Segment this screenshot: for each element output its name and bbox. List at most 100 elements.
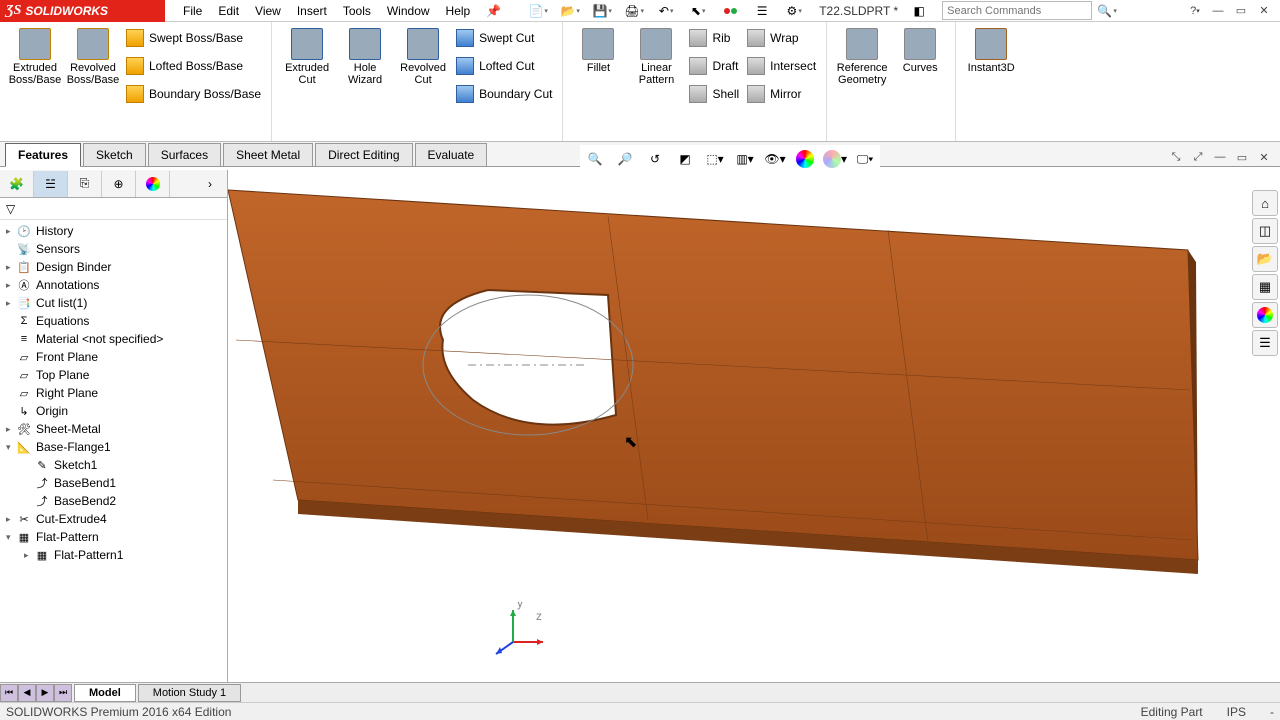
tree-front-plane[interactable]: ▱Front Plane [2,348,225,366]
linear-pattern-button[interactable]: Linear Pattern [627,26,685,106]
help-button[interactable]: ?▾ [1185,2,1205,20]
property-manager-tab[interactable]: ☱ [34,171,68,197]
mirror-button[interactable]: Mirror [743,82,820,106]
fillet-button[interactable]: Fillet [569,26,627,106]
tree-base-flange[interactable]: ▾📐Base-Flange1 [2,438,225,456]
tab-motion-study[interactable]: Motion Study 1 [138,684,241,702]
tree-top-plane[interactable]: ▱Top Plane [2,366,225,384]
tree-history[interactable]: ▸🕑History [2,222,225,240]
resources-tab[interactable]: ⌂ [1252,190,1278,216]
file-explorer-tab[interactable]: 📂 [1252,246,1278,272]
draft-button[interactable]: Draft [685,54,743,78]
instant3d-button[interactable]: Instant3D [962,26,1020,76]
appearances-tab[interactable] [1252,302,1278,328]
print-button[interactable]: 🖨▾ [619,1,649,21]
menu-help[interactable]: Help [438,1,479,21]
tab-model[interactable]: Model [74,684,136,702]
menu-window[interactable]: Window [379,1,438,21]
tree-basebend1[interactable]: ⤴BaseBend1 [2,474,225,492]
tab-first-button[interactable]: ⏮ [0,684,18,702]
revolved-cut-button[interactable]: Revolved Cut [394,26,452,106]
tree-flat-pattern[interactable]: ▾▦Flat-Pattern [2,528,225,546]
open-button[interactable]: 📂▾ [555,1,585,21]
zoom-fit-icon[interactable]: 🔍 [582,147,608,171]
tree-equations[interactable]: ΣEquations [2,312,225,330]
section-view-icon[interactable]: ◩ [672,147,698,171]
tree-origin[interactable]: ↳Origin [2,402,225,420]
tab-next-button[interactable]: ▶ [36,684,54,702]
tree-material[interactable]: ≡Material <not specified> [2,330,225,348]
display-style-icon[interactable]: ▥▾ [732,147,758,171]
dimxpert-manager-tab[interactable]: ⊕ [102,171,136,197]
tab-features[interactable]: Features [5,143,81,167]
tree-right-plane[interactable]: ▱Right Plane [2,384,225,402]
edit-appearance-icon[interactable] [792,147,818,171]
tree-cut-extrude[interactable]: ▸✂Cut-Extrude4 [2,510,225,528]
display-manager-tab[interactable] [136,171,170,197]
tab-evaluate[interactable]: Evaluate [415,143,488,166]
restore-button[interactable]: ▭ [1231,2,1251,20]
select-button[interactable]: ⬉▾ [683,1,713,21]
previous-view-icon[interactable]: ↺ [642,147,668,171]
tab-last-button[interactable]: ⏭ [54,684,72,702]
reference-geometry-button[interactable]: Reference Geometry [833,26,891,88]
tree-flat-pattern1[interactable]: ▸▦Flat-Pattern1 [2,546,225,564]
extruded-cut-button[interactable]: Extruded Cut [278,26,336,106]
search-button[interactable]: 🔍▾ [1092,1,1122,21]
view-triad[interactable]: zy [488,602,548,662]
tree-filter[interactable]: ▽ [0,198,227,220]
rebuild-button[interactable] [715,1,745,21]
extruded-boss-button[interactable]: Extruded Boss/Base [6,26,64,106]
shell-button[interactable]: Shell [685,82,743,106]
swept-cut-button[interactable]: Swept Cut [452,26,556,50]
lofted-cut-button[interactable]: Lofted Cut [452,54,556,78]
tab-direct-editing[interactable]: Direct Editing [315,143,412,166]
file-properties-button[interactable]: ☰ [747,1,777,21]
doc-expand-left-button[interactable]: ⤡ [1166,148,1186,166]
zoom-area-icon[interactable]: 🔎 [612,147,638,171]
apply-scene-icon[interactable]: ▾ [822,147,848,171]
tab-prev-button[interactable]: ◀ [18,684,36,702]
intersect-button[interactable]: Intersect [743,54,820,78]
menu-view[interactable]: View [247,1,289,21]
doc-close-button[interactable]: ✕ [1254,148,1274,166]
undo-button[interactable]: ↶▾ [651,1,681,21]
tree-annotations[interactable]: ▸ⒶAnnotations [2,276,225,294]
swept-boss-button[interactable]: Swept Boss/Base [122,26,265,50]
tree-sheet-metal[interactable]: ▸🛠Sheet-Metal [2,420,225,438]
tree-sketch1[interactable]: ✎Sketch1 [2,456,225,474]
boundary-cut-button[interactable]: Boundary Cut [452,82,556,106]
status-units[interactable]: IPS [1227,705,1246,719]
revolved-boss-button[interactable]: Revolved Boss/Base [64,26,122,106]
wrap-button[interactable]: Wrap [743,26,820,50]
tab-surfaces[interactable]: Surfaces [148,143,221,166]
view-palette-tab[interactable]: ▦ [1252,274,1278,300]
search-type-icon[interactable]: ◧ [904,1,934,21]
search-input[interactable] [947,5,1091,17]
tab-sketch[interactable]: Sketch [83,143,146,166]
tree-cut-list[interactable]: ▸📑Cut list(1) [2,294,225,312]
doc-minimize-button[interactable]: — [1210,148,1230,166]
feature-manager-tab[interactable]: 🧩 [0,171,34,197]
view-orientation-icon[interactable]: ⬚▾ [702,147,728,171]
new-button[interactable]: 📄▾ [523,1,553,21]
tree-design-binder[interactable]: ▸📋Design Binder [2,258,225,276]
lofted-boss-button[interactable]: Lofted Boss/Base [122,54,265,78]
tree-sensors[interactable]: 📡Sensors [2,240,225,258]
pin-icon[interactable]: 📌 [478,1,509,21]
doc-restore-button[interactable]: ▭ [1232,148,1252,166]
search-commands-box[interactable] [942,1,1092,20]
design-library-tab[interactable]: ◫ [1252,218,1278,244]
tab-sheet-metal[interactable]: Sheet Metal [223,143,313,166]
panel-expand-button[interactable]: › [193,171,227,197]
close-button[interactable]: ✕ [1254,2,1274,20]
menu-file[interactable]: File [175,1,210,21]
graphics-viewport[interactable]: ⬉ zy [228,170,1280,702]
save-button[interactable]: 💾▾ [587,1,617,21]
rib-button[interactable]: Rib [685,26,743,50]
boundary-boss-button[interactable]: Boundary Boss/Base [122,82,265,106]
minimize-button[interactable]: — [1208,2,1228,20]
options-button[interactable]: ⚙▾ [779,1,809,21]
configuration-manager-tab[interactable]: ⎘ [68,171,102,197]
custom-properties-tab[interactable]: ☰ [1252,330,1278,356]
